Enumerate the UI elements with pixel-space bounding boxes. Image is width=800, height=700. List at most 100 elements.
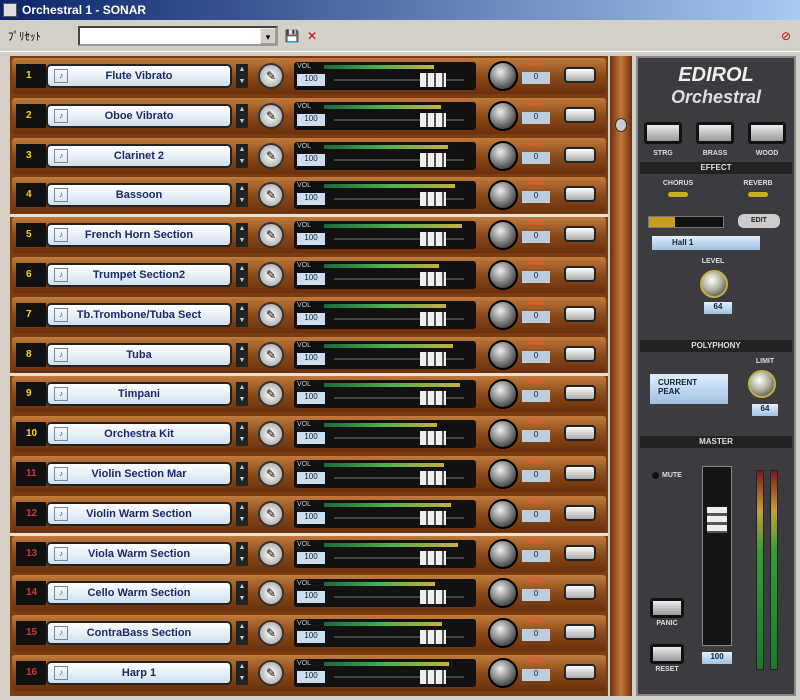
mute-led[interactable] (652, 472, 659, 479)
mode-button-3[interactable] (748, 122, 786, 144)
edit-icon[interactable]: ✎ (258, 421, 284, 448)
instrument-name-field[interactable]: ♪ Trumpet Section2 (46, 263, 232, 287)
instrument-name-field[interactable]: ♪ Oboe Vibrato (46, 103, 232, 128)
instrument-name-field[interactable]: ♪ Cello Warm Section (46, 581, 232, 606)
edit-icon[interactable]: ✎ (258, 461, 284, 487)
volume-slider[interactable] (420, 670, 446, 684)
instrument-spinner[interactable]: ▲ ▼ (236, 103, 248, 128)
volume-slider[interactable] (420, 471, 446, 485)
part-mute-button[interactable] (564, 345, 596, 362)
volume-slider[interactable] (420, 192, 446, 207)
instrument-name-field[interactable]: ♪ Tuba (46, 342, 232, 367)
instrument-name-field[interactable]: ♪ Timpani (46, 382, 232, 407)
part-mute-button[interactable] (564, 305, 596, 322)
instrument-spinner[interactable]: ▲ ▼ (236, 621, 248, 646)
pan-knob[interactable] (488, 419, 518, 450)
pan-knob[interactable] (488, 658, 518, 688)
part-mute-button[interactable] (564, 226, 596, 243)
pan-knob[interactable] (488, 618, 518, 649)
part-mute-button[interactable] (564, 425, 596, 442)
part-mute-button[interactable] (564, 385, 596, 402)
part-mute-button[interactable] (564, 504, 596, 521)
instrument-spinner[interactable]: ▲ ▼ (236, 541, 248, 566)
close-icon[interactable]: ⊘ (778, 28, 794, 44)
instrument-spinner[interactable]: ▲ ▼ (236, 64, 248, 88)
volume-slider[interactable] (420, 232, 446, 247)
part-mute-button[interactable] (564, 465, 596, 481)
edit-icon[interactable]: ✎ (258, 660, 284, 686)
instrument-name-field[interactable]: ♪ Flute Vibrato (46, 64, 232, 88)
limit-knob[interactable] (748, 370, 776, 398)
volume-slider[interactable] (420, 630, 446, 645)
pan-knob[interactable] (488, 220, 518, 251)
instrument-name-field[interactable]: ♪ French Horn Section (46, 223, 232, 248)
reverb-button[interactable]: REVERB (728, 180, 788, 187)
pan-knob[interactable] (488, 339, 518, 370)
instrument-name-field[interactable]: ♪ Tb.Trombone/Tuba Sect (46, 302, 232, 327)
part-mute-button[interactable] (564, 664, 596, 680)
part-mute-button[interactable] (564, 624, 596, 641)
edit-icon[interactable]: ✎ (258, 142, 284, 169)
part-mute-button[interactable] (564, 186, 596, 203)
mode-button-2[interactable] (696, 122, 734, 144)
pan-knob[interactable] (488, 459, 518, 489)
volume-slider[interactable] (420, 431, 446, 446)
part-mute-button[interactable] (564, 146, 596, 163)
mode-button-1[interactable] (644, 122, 682, 144)
volume-slider[interactable] (420, 311, 446, 326)
instrument-spinner[interactable]: ▲ ▼ (236, 143, 248, 168)
instrument-spinner[interactable]: ▲ ▼ (236, 462, 248, 486)
instrument-name-field[interactable]: ♪ ContraBass Section (46, 621, 232, 646)
edit-icon[interactable]: ✎ (258, 500, 284, 527)
master-fader[interactable] (702, 466, 732, 646)
edit-icon[interactable]: ✎ (258, 620, 284, 647)
effect-level-bar[interactable] (648, 216, 724, 228)
volume-slider[interactable] (420, 391, 446, 406)
instrument-spinner[interactable]: ▲ ▼ (236, 223, 248, 248)
instrument-name-field[interactable]: ♪ Orchestra Kit (46, 422, 232, 447)
pan-knob[interactable] (488, 538, 518, 569)
edit-icon[interactable]: ✎ (258, 182, 284, 209)
part-mute-button[interactable] (564, 67, 596, 83)
effect-type-display[interactable]: Hall 1 (652, 236, 760, 250)
edit-icon[interactable]: ✎ (258, 262, 284, 288)
edit-icon[interactable]: ✎ (258, 102, 284, 129)
edit-icon[interactable]: ✎ (258, 222, 284, 249)
chevron-down-icon[interactable]: ▾ (260, 28, 276, 44)
volume-slider[interactable] (420, 590, 446, 605)
instrument-spinner[interactable]: ▲ ▼ (236, 661, 248, 685)
instrument-spinner[interactable]: ▲ ▼ (236, 302, 248, 327)
pan-knob[interactable] (488, 379, 518, 410)
reset-button[interactable] (650, 644, 684, 664)
edit-icon[interactable]: ✎ (258, 301, 284, 328)
scroll-thumb[interactable] (615, 118, 627, 132)
level-knob[interactable] (700, 270, 728, 298)
part-mute-button[interactable] (564, 106, 596, 123)
instrument-name-field[interactable]: ♪ Violin Warm Section (46, 501, 232, 526)
instrument-name-field[interactable]: ♪ Harp 1 (46, 661, 232, 685)
part-mute-button[interactable] (564, 266, 596, 282)
effect-edit-button[interactable]: EDIT (738, 214, 780, 228)
part-mute-button[interactable] (564, 584, 596, 601)
edit-icon[interactable]: ✎ (258, 63, 284, 89)
save-icon[interactable]: 💾 (284, 28, 300, 44)
instrument-spinner[interactable]: ▲ ▼ (236, 382, 248, 407)
delete-icon[interactable]: ✕ (304, 28, 320, 44)
instrument-spinner[interactable]: ▲ ▼ (236, 183, 248, 208)
pan-knob[interactable] (488, 61, 518, 91)
volume-slider[interactable] (420, 550, 446, 565)
pan-knob[interactable] (488, 498, 518, 529)
scrollbar[interactable] (610, 56, 632, 696)
instrument-name-field[interactable]: ♪ Bassoon (46, 183, 232, 208)
volume-slider[interactable] (420, 112, 446, 127)
pan-knob[interactable] (488, 578, 518, 609)
instrument-name-field[interactable]: ♪ Viola Warm Section (46, 541, 232, 566)
panic-button[interactable] (650, 598, 684, 618)
pan-knob[interactable] (488, 140, 518, 171)
volume-slider[interactable] (420, 510, 446, 525)
edit-icon[interactable]: ✎ (258, 580, 284, 607)
volume-slider[interactable] (420, 152, 446, 167)
volume-slider[interactable] (420, 73, 446, 87)
fader-cap[interactable] (707, 507, 727, 533)
volume-slider[interactable] (420, 272, 446, 286)
